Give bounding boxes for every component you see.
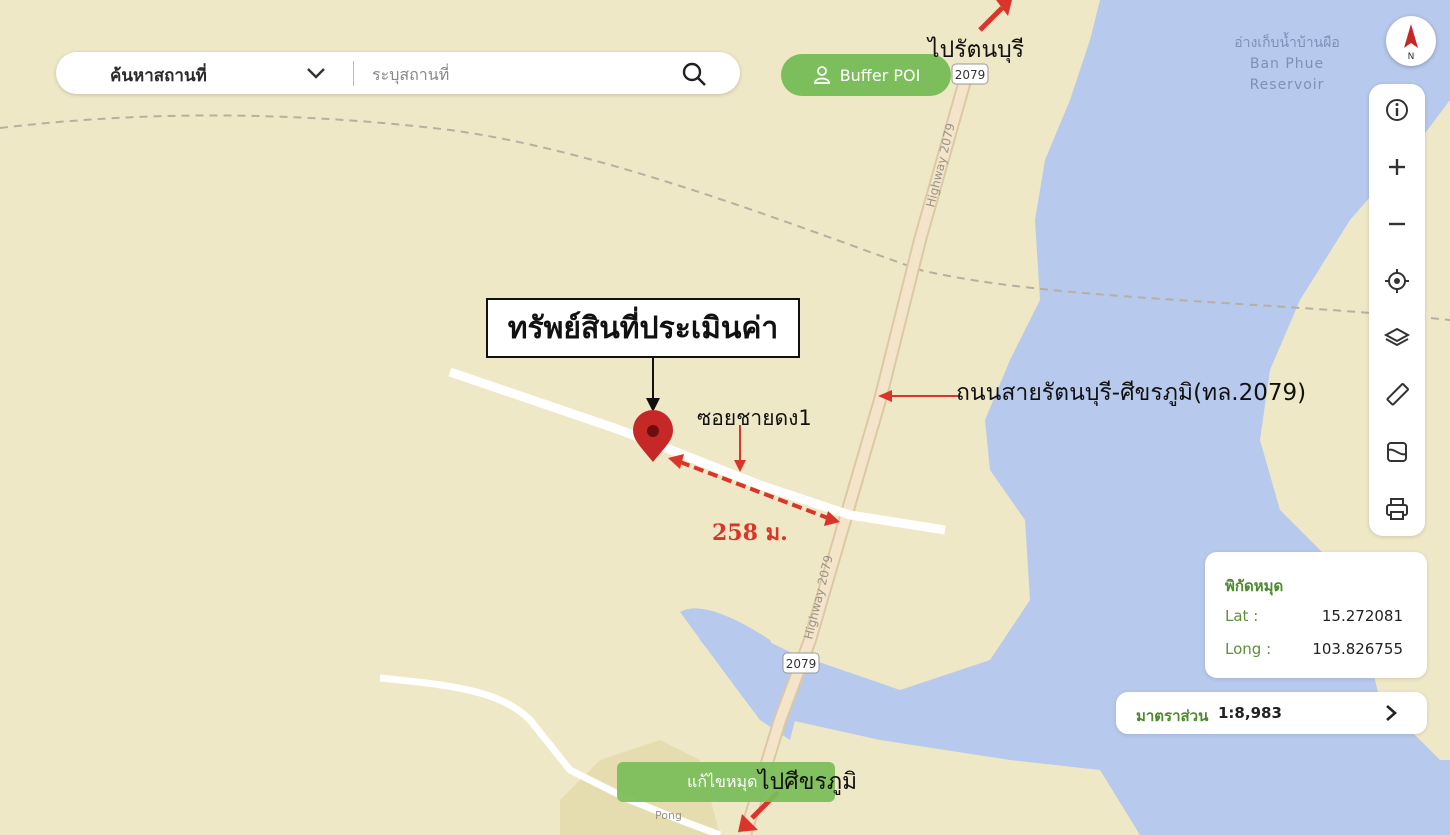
svg-text:2079: 2079 <box>786 657 817 671</box>
distance-annotation: 258 ม. <box>712 520 788 546</box>
svg-text:N: N <box>1408 52 1415 62</box>
locate-icon[interactable] <box>1383 267 1411 295</box>
scale-panel[interactable]: มาตราส่วน 1:8,983 <box>1116 692 1427 734</box>
to-ratanaburi-annotation: ไปรัตนบุรี <box>928 37 1025 63</box>
chevron-down-icon[interactable] <box>304 62 328 84</box>
svg-text:2079: 2079 <box>955 68 986 82</box>
asset-annotation-text: ทรัพย์สินที่ประเมินค่า <box>507 310 779 346</box>
zoom-out-icon[interactable] <box>1383 210 1411 238</box>
search-type-label[interactable]: ค้นหาสถานที่ <box>110 62 207 89</box>
coordinate-title: พิกัดหมุด <box>1225 577 1284 595</box>
to-sikhoraphum-annotation: ไปศีขรภูมิ <box>758 769 858 795</box>
pong-label: Pong <box>655 809 682 822</box>
coordinate-panel: พิกัดหมุด Lat : 15.272081 Long : 103.826… <box>1205 552 1427 678</box>
scale-label: มาตราส่วน <box>1136 707 1209 725</box>
highway-shield-south: 2079 <box>782 652 820 674</box>
chevron-right-icon[interactable] <box>1380 702 1402 724</box>
info-icon[interactable] <box>1383 96 1411 124</box>
road-annotation: ถนนสายรัตนบุรี-ศีขรภูมิ(ทล.2079) <box>956 380 1307 406</box>
compass-north-icon: N <box>1404 24 1418 62</box>
edit-pin-label: แก้ไขหมุด <box>687 771 758 791</box>
lat-value: 15.272081 <box>1321 607 1403 625</box>
search-bar: ค้นหาสถานที่ <box>56 52 740 94</box>
long-label: Long : <box>1225 640 1272 658</box>
reservoir-label-th: อ่างเก็บน้ำบ้านผือ <box>1234 32 1340 51</box>
search-icon[interactable] <box>680 60 708 88</box>
ruler-icon[interactable] <box>1383 381 1411 409</box>
scale-value: 1:8,983 <box>1218 704 1282 722</box>
zoom-in-icon[interactable] <box>1383 153 1411 181</box>
search-divider <box>353 61 354 86</box>
search-input[interactable] <box>370 58 674 90</box>
lat-label: Lat : <box>1225 607 1259 625</box>
map-toolbar <box>1369 84 1425 536</box>
map-style-icon[interactable] <box>1383 438 1411 466</box>
buffer-poi-button[interactable]: Buffer POI <box>781 54 951 96</box>
print-icon[interactable] <box>1383 495 1411 523</box>
reservoir-label-en-2: Reservoir <box>1250 77 1325 93</box>
long-value: 103.826755 <box>1312 640 1403 658</box>
reservoir-label-en-1: Ban Phue <box>1250 56 1324 72</box>
asset-annotation-box: ทรัพย์สินที่ประเมินค่า <box>486 298 800 358</box>
compass-button[interactable]: N <box>1386 16 1436 66</box>
soi-annotation: ซอยชายดง1 <box>697 406 812 430</box>
buffer-poi-label: Buffer POI <box>839 65 921 85</box>
layers-icon[interactable] <box>1383 324 1411 352</box>
person-icon <box>813 66 830 84</box>
